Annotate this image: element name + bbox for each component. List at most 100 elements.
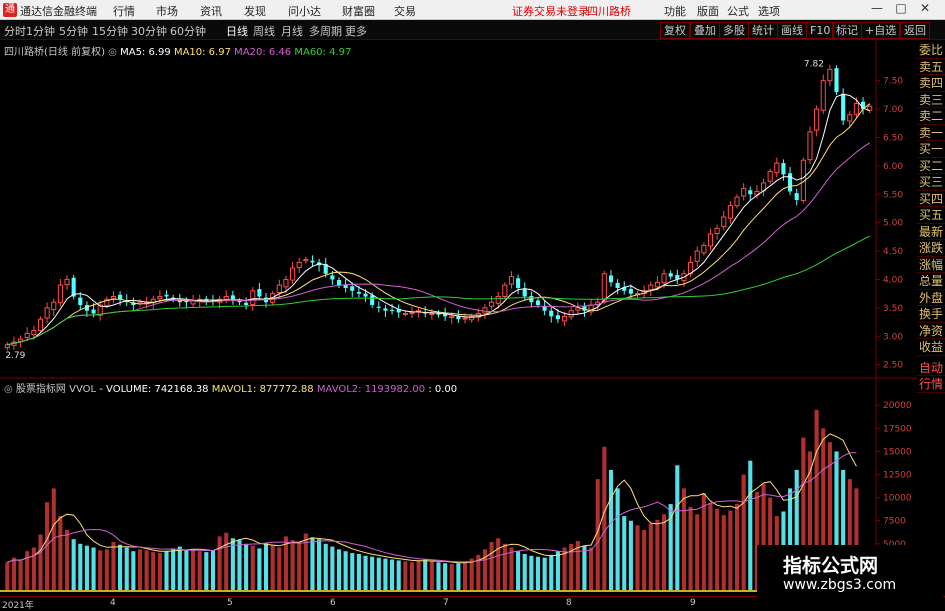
candle-up bbox=[654, 281, 660, 288]
menu-discover[interactable]: 发现 bbox=[244, 3, 266, 19]
side-item-ask1[interactable]: 卖一 bbox=[917, 125, 945, 141]
volume-bar bbox=[297, 541, 302, 590]
adjust-button[interactable]: 复权 bbox=[660, 22, 690, 39]
period-30min[interactable]: 30分钟 bbox=[131, 23, 167, 39]
candle-up bbox=[276, 284, 282, 294]
period-multi[interactable]: 多周期 bbox=[309, 23, 342, 39]
side-item-ask5[interactable]: 卖五 bbox=[917, 59, 945, 75]
side-item-change[interactable]: 涨跌 bbox=[917, 240, 945, 257]
volume-bar bbox=[675, 465, 680, 590]
menu-wealth[interactable]: 财富圈 bbox=[342, 3, 375, 19]
minimize-button[interactable]: — bbox=[868, 1, 886, 18]
stats-button[interactable]: 统计 bbox=[748, 22, 778, 39]
side-item-ask4[interactable]: 卖四 bbox=[917, 75, 945, 92]
period-monthly[interactable]: 月线 bbox=[281, 23, 303, 39]
multi-stock-button[interactable]: 多股 bbox=[719, 22, 749, 39]
volume-bar bbox=[336, 549, 342, 590]
volume-bar bbox=[137, 549, 143, 590]
settings-icon[interactable]: ◎ bbox=[4, 384, 13, 395]
period-60min[interactable]: 60分钟 bbox=[170, 23, 206, 39]
menu-trade[interactable]: 交易 bbox=[394, 3, 416, 19]
volume-bar bbox=[661, 514, 667, 590]
side-item-ask2[interactable]: 卖二 bbox=[917, 108, 945, 125]
volume-bar bbox=[489, 541, 494, 590]
candle-up bbox=[727, 205, 733, 219]
candle-up bbox=[482, 307, 488, 314]
period-more[interactable]: 更多 bbox=[345, 23, 367, 39]
volume-bar bbox=[436, 562, 441, 590]
menu-formula[interactable]: 公式 bbox=[727, 3, 749, 19]
side-item-auto[interactable]: 自动 bbox=[917, 360, 945, 376]
volume-bar bbox=[502, 543, 507, 590]
volume-bar bbox=[721, 515, 726, 590]
price-tick-label: 6.00 bbox=[883, 162, 903, 172]
side-item-change-pct[interactable]: 涨幅 bbox=[917, 257, 945, 273]
kline-chart[interactable]: 7.50 7.00 6.50 6.00 5.50 5.00 4.50 4.00 3.50 3.00… bbox=[0, 40, 945, 596]
menu-ask[interactable]: 问小达 bbox=[288, 3, 321, 19]
volume-tick-label: 17500 bbox=[883, 424, 912, 434]
side-item-bid3[interactable]: 买三 bbox=[917, 174, 945, 191]
candle-down bbox=[257, 289, 262, 297]
volume-bar bbox=[681, 488, 686, 590]
volume-bar bbox=[257, 548, 262, 590]
candle-down bbox=[78, 297, 83, 306]
price-tick-label: 3.00 bbox=[883, 332, 903, 342]
candle-up bbox=[807, 131, 813, 161]
side-item-bid4[interactable]: 买四 bbox=[917, 191, 945, 207]
side-item-outer-volume[interactable]: 外盘 bbox=[917, 290, 945, 306]
period-1min[interactable]: 1分钟 bbox=[26, 23, 55, 39]
side-item-total-volume[interactable]: 总量 bbox=[917, 273, 945, 290]
date-label-jul: 7 bbox=[443, 598, 449, 608]
menu-layout[interactable]: 版面 bbox=[697, 3, 719, 19]
candle-down bbox=[615, 282, 620, 288]
candle-down bbox=[542, 306, 547, 311]
f10-button[interactable]: F10 bbox=[806, 22, 835, 39]
settings-icon[interactable]: ◎ bbox=[108, 47, 117, 58]
side-item-bid5[interactable]: 买五 bbox=[917, 207, 945, 224]
mark-button[interactable]: 标记 bbox=[832, 22, 862, 39]
draw-line-button[interactable]: 画线 bbox=[777, 22, 807, 39]
period-tick[interactable]: 分时 bbox=[4, 23, 26, 39]
period-daily[interactable]: 日线 bbox=[226, 23, 248, 39]
menu-function[interactable]: 功能 bbox=[664, 3, 686, 19]
candle-down bbox=[781, 163, 786, 175]
candle-up bbox=[402, 313, 408, 316]
side-item-latest[interactable]: 最新 bbox=[917, 224, 945, 240]
side-item-earnings[interactable]: 收益 bbox=[917, 339, 945, 356]
period-5min[interactable]: 5分钟 bbox=[59, 23, 88, 39]
candle-up bbox=[64, 278, 70, 286]
candle-up bbox=[701, 244, 707, 254]
volume-bar bbox=[582, 545, 587, 590]
candle-up bbox=[741, 188, 747, 197]
overlay-button[interactable]: 叠加 bbox=[690, 22, 720, 39]
menu-options[interactable]: 选项 bbox=[758, 3, 780, 19]
login-notice[interactable]: 证券交易未登录 bbox=[512, 3, 589, 19]
menu-quotes[interactable]: 行情 bbox=[113, 3, 135, 19]
period-15min[interactable]: 15分钟 bbox=[92, 23, 128, 39]
candle-up bbox=[57, 284, 63, 304]
side-item-bid1[interactable]: 买一 bbox=[917, 141, 945, 158]
maximize-button[interactable]: □ bbox=[892, 1, 910, 18]
side-item-commission-ratio[interactable]: 委比 bbox=[917, 42, 945, 59]
side-item-bid2[interactable]: 买二 bbox=[917, 158, 945, 174]
app-logo-icon: 通 bbox=[3, 3, 17, 17]
menu-news[interactable]: 资讯 bbox=[200, 3, 222, 19]
back-button[interactable]: 返回 bbox=[900, 22, 930, 39]
close-button[interactable]: ✕ bbox=[916, 1, 934, 18]
candle-up bbox=[767, 171, 773, 182]
side-item-turnover[interactable]: 换手 bbox=[917, 306, 945, 323]
menu-market[interactable]: 市场 bbox=[156, 3, 178, 19]
candle-up bbox=[495, 296, 501, 304]
add-favorite-button[interactable]: +自选 bbox=[861, 22, 901, 39]
period-weekly[interactable]: 周线 bbox=[253, 23, 275, 39]
volume-bar bbox=[708, 503, 713, 590]
volume-bar bbox=[224, 532, 229, 590]
volume-bar bbox=[18, 560, 23, 590]
candle-down bbox=[91, 309, 96, 314]
side-item-quotes[interactable]: 行情 bbox=[917, 376, 945, 393]
volume-bar bbox=[635, 525, 640, 590]
volume-bar bbox=[277, 547, 282, 590]
side-item-net-assets[interactable]: 净资 bbox=[917, 323, 945, 339]
candle-down bbox=[535, 300, 541, 306]
side-item-ask3[interactable]: 卖三 bbox=[917, 92, 945, 108]
